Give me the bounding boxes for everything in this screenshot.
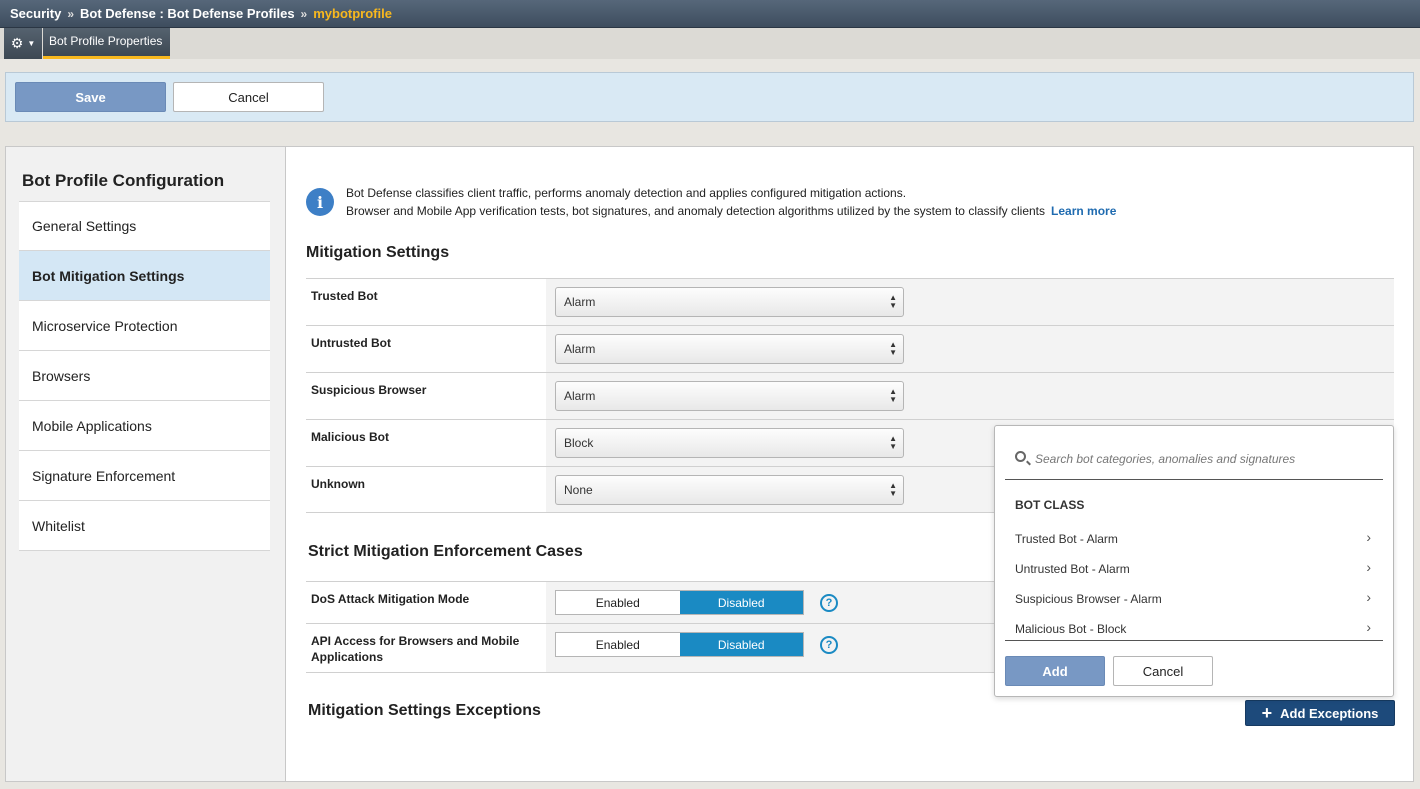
popover-search[interactable]: Search bot categories, anomalies and sig… xyxy=(1005,440,1383,480)
plus-icon: + xyxy=(1261,702,1273,723)
select-value: Alarm xyxy=(564,342,596,356)
dos-attack-mitigation-toggle: Enabled Disabled xyxy=(555,590,804,615)
sidebar-item-whitelist[interactable]: Whitelist xyxy=(19,501,270,551)
toggle-enabled-option[interactable]: Enabled xyxy=(556,591,680,614)
popover-item-label: Trusted Bot - Alarm xyxy=(1015,532,1118,546)
untrusted-bot-select[interactable]: Alarm ▲ ▼ xyxy=(555,334,904,364)
info-message: Bot Defense classifies client traffic, p… xyxy=(346,184,1116,220)
select-value: Alarm xyxy=(564,295,596,309)
tab-bot-profile-properties[interactable]: Bot Profile Properties xyxy=(43,28,170,59)
popover-item-label: Malicious Bot - Block xyxy=(1015,622,1127,636)
mitigation-settings-title: Mitigation Settings xyxy=(306,244,450,261)
info-icon: i xyxy=(306,188,334,216)
popover-item-label: Suspicious Browser - Alarm xyxy=(1015,592,1162,606)
sidebar-item-microservice-protection[interactable]: Microservice Protection xyxy=(19,301,270,351)
suspicious-browser-select[interactable]: Alarm ▲ ▼ xyxy=(555,381,904,411)
malicious-bot-select[interactable]: Block ▲ ▼ xyxy=(555,428,904,458)
chevron-right-icon: › xyxy=(1366,589,1371,605)
sidebar-item-mobile-applications[interactable]: Mobile Applications xyxy=(19,401,270,451)
toggle-enabled-option[interactable]: Enabled xyxy=(556,633,680,656)
row-value-cell: Alarm ▲ ▼ xyxy=(546,326,1394,372)
search-icon xyxy=(1015,451,1026,462)
sidebar-item-general-settings[interactable]: General Settings xyxy=(19,201,270,251)
bot-class-heading: BOT CLASS xyxy=(1015,498,1085,512)
mitigation-exceptions-title: Mitigation Settings Exceptions xyxy=(308,702,541,719)
tab-strip: ⚙ ▼ Bot Profile Properties xyxy=(0,28,1420,59)
breadcrumb-separator: » xyxy=(67,6,74,21)
sidebar-item-signature-enforcement[interactable]: Signature Enforcement xyxy=(19,451,270,501)
select-arrows-icon: ▲ ▼ xyxy=(889,387,897,404)
mitigation-row-untrusted-bot: Untrusted Bot Alarm ▲ ▼ xyxy=(306,325,1394,372)
settings-menu-button[interactable]: ⚙ ▼ xyxy=(4,28,42,59)
popover-cancel-button[interactable]: Cancel xyxy=(1113,656,1213,686)
mitigation-row-suspicious-browser: Suspicious Browser Alarm ▲ ▼ xyxy=(306,372,1394,419)
caret-down-icon: ▼ xyxy=(27,39,36,48)
chevron-right-icon: › xyxy=(1366,559,1371,575)
select-value: Alarm xyxy=(564,389,596,403)
popover-item-untrusted-bot[interactable]: Untrusted Bot - Alarm › xyxy=(1005,554,1383,584)
info-line-1: Bot Defense classifies client traffic, p… xyxy=(346,186,907,200)
popover-add-button[interactable]: Add xyxy=(1005,656,1105,686)
bot-class-popover: Search bot categories, anomalies and sig… xyxy=(994,425,1394,697)
search-input[interactable]: Search bot categories, anomalies and sig… xyxy=(1035,452,1295,466)
info-line-2-text: Browser and Mobile App verification test… xyxy=(346,204,1046,218)
row-label: Suspicious Browser xyxy=(311,383,427,397)
popover-item-suspicious-browser[interactable]: Suspicious Browser - Alarm › xyxy=(1005,584,1383,614)
strict-mitigation-title: Strict Mitigation Enforcement Cases xyxy=(308,543,583,560)
sidebar-list: General Settings Bot Mitigation Settings… xyxy=(19,201,270,551)
chevron-right-icon: › xyxy=(1366,529,1371,545)
breadcrumb-separator: » xyxy=(300,6,308,21)
cancel-button[interactable]: Cancel xyxy=(173,82,324,112)
divider xyxy=(1005,640,1383,641)
select-value: Block xyxy=(564,436,594,450)
popover-item-trusted-bot[interactable]: Trusted Bot - Alarm › xyxy=(1005,524,1383,554)
row-value-cell: Alarm ▲ ▼ xyxy=(546,279,1394,325)
row-label: API Access for Browsers and Mobile Appli… xyxy=(311,634,520,664)
save-button[interactable]: Save xyxy=(15,82,166,112)
row-label: Trusted Bot xyxy=(311,289,378,303)
toggle-disabled-option[interactable]: Disabled xyxy=(679,633,803,656)
select-arrows-icon: ▲ ▼ xyxy=(889,293,897,310)
breadcrumb-security[interactable]: Security xyxy=(10,6,61,21)
popover-item-label: Untrusted Bot - Alarm xyxy=(1015,562,1130,576)
sidebar-title: Bot Profile Configuration xyxy=(22,171,225,190)
row-label: DoS Attack Mitigation Mode xyxy=(311,592,470,606)
row-value-cell: Alarm ▲ ▼ xyxy=(546,373,1394,419)
breadcrumb-bot-defense-profiles[interactable]: Bot Defense : Bot Defense Profiles xyxy=(80,6,295,21)
add-exceptions-button[interactable]: + Add Exceptions xyxy=(1245,700,1395,726)
row-label: Untrusted Bot xyxy=(311,336,391,350)
unknown-select[interactable]: None ▲ ▼ xyxy=(555,475,904,505)
api-access-toggle: Enabled Disabled xyxy=(555,632,804,657)
breadcrumb: Security » Bot Defense : Bot Defense Pro… xyxy=(0,0,1420,28)
row-label: Unknown xyxy=(311,477,365,491)
sidebar-item-bot-mitigation-settings[interactable]: Bot Mitigation Settings xyxy=(19,251,270,301)
gear-icon: ⚙ xyxy=(10,35,24,51)
sidebar: Bot Profile Configuration General Settin… xyxy=(6,147,286,781)
chevron-right-icon: › xyxy=(1366,619,1371,635)
learn-more-link[interactable]: Learn more xyxy=(1051,204,1116,218)
info-line-2: Browser and Mobile App verification test… xyxy=(346,202,1116,220)
help-icon[interactable]: ? xyxy=(820,636,838,654)
select-arrows-icon: ▲ ▼ xyxy=(889,340,897,357)
select-arrows-icon: ▲ ▼ xyxy=(889,434,897,451)
sidebar-item-browsers[interactable]: Browsers xyxy=(19,351,270,401)
action-bar: Save Cancel xyxy=(5,72,1414,122)
help-icon[interactable]: ? xyxy=(820,594,838,612)
breadcrumb-current: mybotprofile xyxy=(313,6,392,21)
select-arrows-icon: ▲ ▼ xyxy=(889,481,897,498)
add-exceptions-label: Add Exceptions xyxy=(1280,705,1379,721)
toggle-disabled-option[interactable]: Disabled xyxy=(679,591,803,614)
select-value: None xyxy=(564,483,593,497)
mitigation-row-trusted-bot: Trusted Bot Alarm ▲ ▼ xyxy=(306,278,1394,325)
trusted-bot-select[interactable]: Alarm ▲ ▼ xyxy=(555,287,904,317)
row-label: Malicious Bot xyxy=(311,430,390,444)
